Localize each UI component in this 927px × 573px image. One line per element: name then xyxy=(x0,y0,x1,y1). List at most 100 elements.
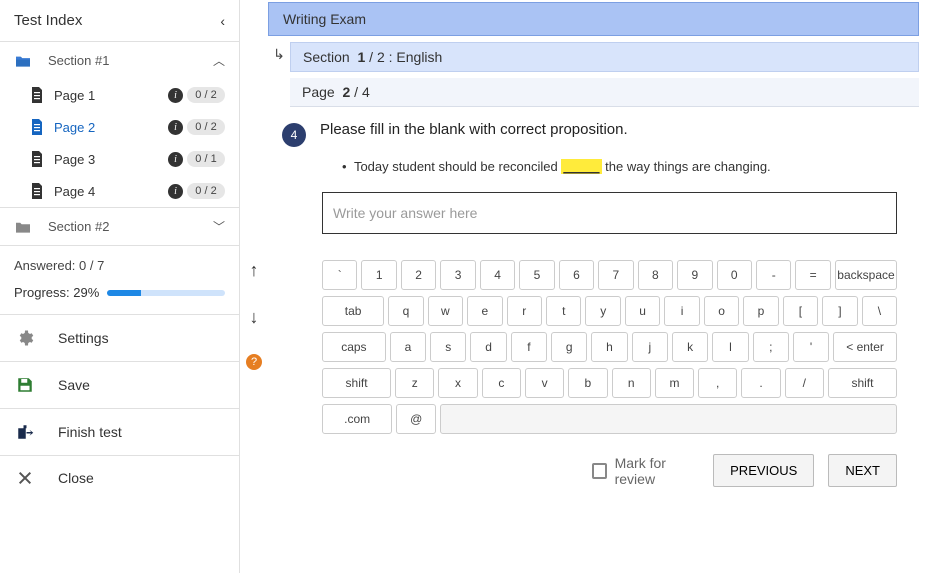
key-\[interactable]: \ xyxy=(862,296,897,326)
key-w[interactable]: w xyxy=(428,296,463,326)
page-1-row[interactable]: Page 1 i 0 / 2 xyxy=(0,79,239,111)
collapse-sidebar-icon[interactable]: ‹ xyxy=(220,13,225,29)
key-=[interactable]: = xyxy=(795,260,830,290)
key-x[interactable]: x xyxy=(438,368,477,398)
page-prefix: Page xyxy=(302,84,335,100)
key--[interactable]: - xyxy=(756,260,791,290)
key-o[interactable]: o xyxy=(704,296,739,326)
key-9[interactable]: 9 xyxy=(677,260,712,290)
section-num: 1 xyxy=(357,49,365,65)
page-4-row[interactable]: Page 4 i 0 / 2 xyxy=(0,175,239,207)
key-h[interactable]: h xyxy=(591,332,627,362)
key-/[interactable]: / xyxy=(785,368,824,398)
key-.com[interactable]: .com xyxy=(322,404,392,434)
key-r[interactable]: r xyxy=(507,296,542,326)
question-text-before: Today student should be reconciled xyxy=(354,159,558,174)
key-7[interactable]: 7 xyxy=(598,260,633,290)
kb-row-1: `1234567890-=backspace xyxy=(322,260,897,290)
folder-open-icon xyxy=(14,54,34,68)
question-area: 4 Please fill in the blank with correct … xyxy=(268,107,919,497)
key-caps[interactable]: caps xyxy=(322,332,386,362)
finish-label: Finish test xyxy=(58,424,122,440)
section-1-label: Section #1 xyxy=(48,53,109,68)
page-banner: Page 2 / 4 xyxy=(290,78,919,107)
key-y[interactable]: y xyxy=(585,296,620,326)
key-b[interactable]: b xyxy=(568,368,607,398)
kb-row-4: shiftzxcvbnm,./shift xyxy=(322,368,897,398)
key-backspace[interactable]: backspace xyxy=(835,260,897,290)
mark-for-review[interactable]: Mark for review xyxy=(592,455,699,487)
page-2-row[interactable]: Page 2 i 0 / 2 xyxy=(0,111,239,143)
key-e[interactable]: e xyxy=(467,296,502,326)
key-t[interactable]: t xyxy=(546,296,581,326)
page-icon xyxy=(30,183,46,199)
key-5[interactable]: 5 xyxy=(519,260,554,290)
key-l[interactable]: l xyxy=(712,332,748,362)
key-2[interactable]: 2 xyxy=(401,260,436,290)
key-s[interactable]: s xyxy=(430,332,466,362)
key-i[interactable]: i xyxy=(664,296,699,326)
key-shift[interactable]: shift xyxy=(828,368,897,398)
key-0[interactable]: 0 xyxy=(717,260,752,290)
key-< enter[interactable]: < enter xyxy=(833,332,897,362)
section-1-row[interactable]: Section #1 ︿ xyxy=(0,42,239,79)
page-3-row[interactable]: Page 3 i 0 / 1 xyxy=(0,143,239,175)
key-][interactable]: ] xyxy=(822,296,857,326)
key-3[interactable]: 3 xyxy=(440,260,475,290)
key-c[interactable]: c xyxy=(482,368,521,398)
page-icon xyxy=(30,87,46,103)
section-2-row[interactable]: Section #2 ﹀ xyxy=(0,208,239,245)
progress-fill xyxy=(107,290,141,296)
return-arrow-icon: ↳ xyxy=(268,78,290,99)
key-p[interactable]: p xyxy=(743,296,778,326)
key-;[interactable]: ; xyxy=(753,332,789,362)
key-g[interactable]: g xyxy=(551,332,587,362)
key-k[interactable]: k xyxy=(672,332,708,362)
answer-input-wrap[interactable] xyxy=(322,192,897,234)
next-question-arrow[interactable]: ↓ xyxy=(250,307,259,328)
key-8[interactable]: 8 xyxy=(638,260,673,290)
prev-question-arrow[interactable]: ↑ xyxy=(250,260,259,281)
key-u[interactable]: u xyxy=(625,296,660,326)
next-button[interactable]: NEXT xyxy=(828,454,897,487)
progress-row: Progress: 29% xyxy=(0,285,239,314)
key-a[interactable]: a xyxy=(390,332,426,362)
key-4[interactable]: 4 xyxy=(480,260,515,290)
checkbox-icon[interactable] xyxy=(592,463,607,479)
close-row[interactable]: Close xyxy=(0,456,239,500)
page-3-count: 0 / 1 xyxy=(187,151,225,167)
settings-row[interactable]: Settings xyxy=(0,315,239,361)
key-tab[interactable]: tab xyxy=(322,296,384,326)
key-@[interactable]: @ xyxy=(396,404,436,434)
page-icon xyxy=(30,151,46,167)
exam-title-banner: Writing Exam xyxy=(268,2,919,36)
save-label: Save xyxy=(58,377,90,393)
key-shift[interactable]: shift xyxy=(322,368,391,398)
previous-button[interactable]: PREVIOUS xyxy=(713,454,814,487)
finish-row[interactable]: Finish test xyxy=(0,409,239,455)
help-icon[interactable]: ? xyxy=(246,354,262,370)
page-num: 2 xyxy=(342,84,350,100)
key-6[interactable]: 6 xyxy=(559,260,594,290)
key-q[interactable]: q xyxy=(388,296,423,326)
key-z[interactable]: z xyxy=(395,368,434,398)
sidebar-title: Test Index xyxy=(14,12,82,29)
page-2-label: Page 2 xyxy=(54,120,95,135)
key-'[interactable]: ' xyxy=(793,332,829,362)
key-n[interactable]: n xyxy=(612,368,651,398)
key-space[interactable] xyxy=(440,404,897,434)
key-,[interactable]: , xyxy=(698,368,737,398)
key-f[interactable]: f xyxy=(511,332,547,362)
key-[[interactable]: [ xyxy=(783,296,818,326)
key-m[interactable]: m xyxy=(655,368,694,398)
save-row[interactable]: Save xyxy=(0,362,239,408)
key-j[interactable]: j xyxy=(632,332,668,362)
answer-input[interactable] xyxy=(333,205,886,221)
key-v[interactable]: v xyxy=(525,368,564,398)
sidebar-header: Test Index ‹ xyxy=(0,0,239,42)
key-d[interactable]: d xyxy=(470,332,506,362)
key-.[interactable]: . xyxy=(741,368,780,398)
key-1[interactable]: 1 xyxy=(361,260,396,290)
gear-icon xyxy=(16,329,34,347)
key-`[interactable]: ` xyxy=(322,260,357,290)
